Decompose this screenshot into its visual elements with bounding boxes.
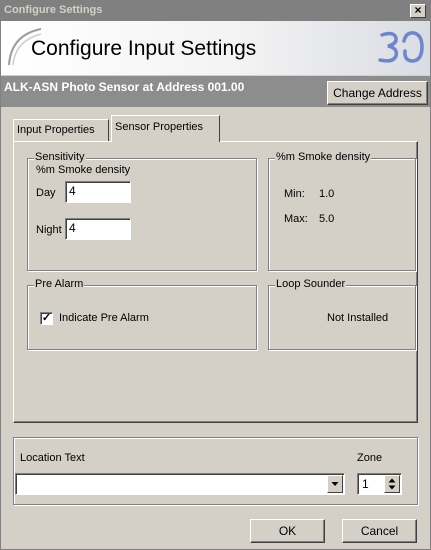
min-label: Min: [284,188,305,200]
loop-sounder-group: Loop Sounder Not Installed [268,278,416,350]
chevron-down-icon [331,482,339,486]
zone-label: Zone [357,452,383,464]
spin-arrows-icon [388,478,396,490]
smoke-density-legend: %m Smoke density [275,151,372,163]
zone-value: 1 [362,477,369,491]
pre-alarm-group: Pre Alarm ✓ Indicate Pre Alarm [27,278,257,350]
close-icon[interactable]: × [410,4,426,18]
change-address-button[interactable]: Change Address [327,81,428,105]
indicate-pre-alarm-checkbox[interactable]: ✓ [40,312,53,325]
night-label: Night [36,224,62,236]
cancel-button[interactable]: Cancel [342,519,417,543]
indicate-pre-alarm-label[interactable]: Indicate Pre Alarm [59,312,149,324]
zone-stepper[interactable]: 1 [357,473,402,495]
day-label: Day [36,187,56,199]
sensor-properties-panel: Sensitivity %m Smoke density Day 4 Night… [13,141,418,423]
sensitivity-unit-label: %m Smoke density [36,164,131,176]
ok-button[interactable]: OK [250,519,325,543]
device-name: ALK-ASN Photo Sensor at Address 001.00 [4,80,245,94]
sensitivity-legend: Sensitivity [34,151,86,163]
banner-heading: Configure Input Settings [31,37,257,60]
max-value: 5.0 [319,213,335,225]
pre-alarm-legend: Pre Alarm [34,278,85,290]
loop-sounder-status: Not Installed [327,312,389,324]
loop-sounder-legend: Loop Sounder [275,278,347,290]
location-dropdown-button[interactable] [327,475,343,493]
min-value: 1.0 [319,188,335,200]
brand-logo-icon [378,31,424,63]
title-bar[interactable]: Configure Settings × [1,1,430,21]
smoke-density-group: %m Smoke density Min: 1.0 Max: 5.0 [268,151,416,271]
max-label: Max: [284,213,308,225]
tab-sensor-properties[interactable]: Sensor Properties [111,115,220,142]
night-sensitivity-input[interactable]: 4 [65,218,131,240]
tab-input-properties[interactable]: Input Properties [13,119,109,141]
location-text-label: Location Text [20,452,85,464]
zone-spin-buttons[interactable] [384,475,400,493]
day-sensitivity-input[interactable]: 4 [65,181,131,203]
configure-settings-dialog: Configure Settings × Configure Input Set… [0,0,431,550]
sensitivity-group: Sensitivity %m Smoke density Day 4 Night… [27,151,257,271]
device-bar: ALK-ASN Photo Sensor at Address 001.00 C… [1,76,430,107]
window-title: Configure Settings [4,4,103,16]
location-group: Location Text Zone 1 [13,437,418,505]
header-banner: Configure Input Settings [1,21,430,75]
location-text-combobox[interactable] [15,473,345,495]
